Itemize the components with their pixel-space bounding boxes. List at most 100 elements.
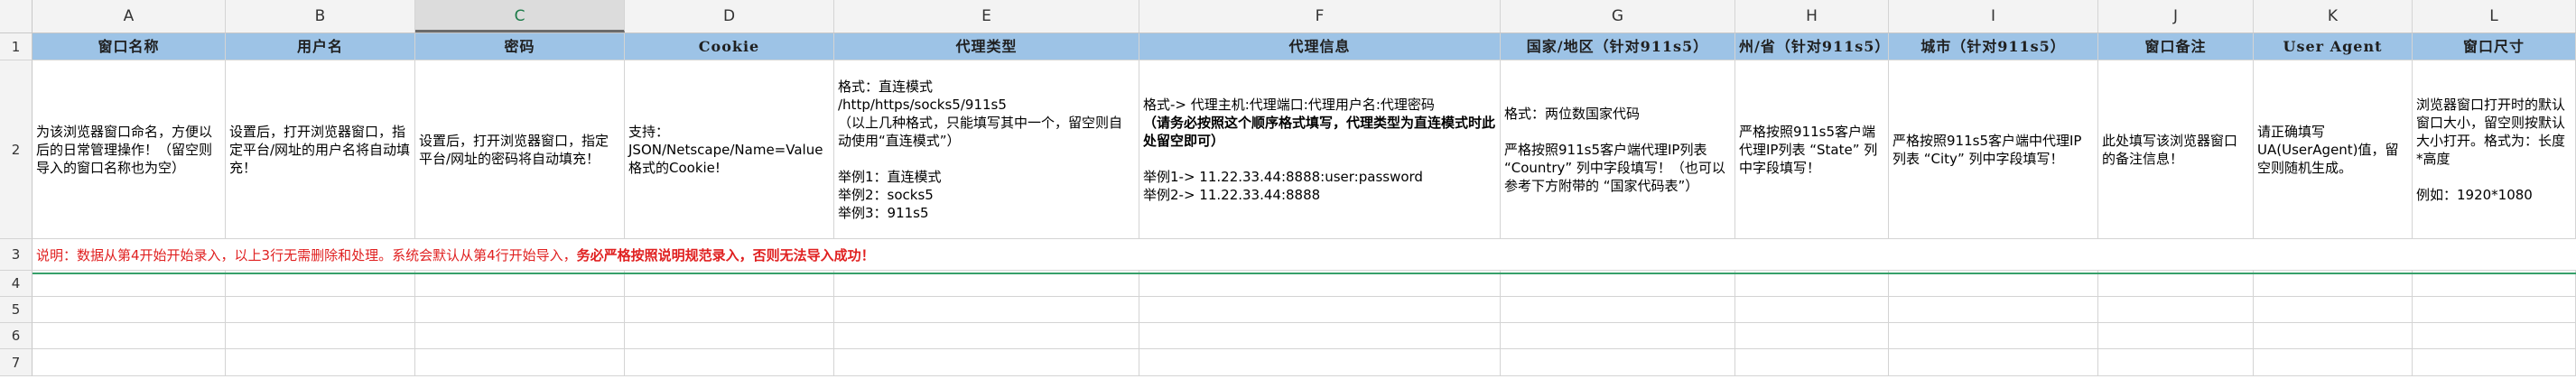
empty-cell[interactable] bbox=[2254, 323, 2413, 349]
column-header-b[interactable]: B bbox=[226, 0, 415, 32]
desc-cell-password[interactable]: 设置后，打开浏览器窗口，指定平台/网址的密码将自动填充！ bbox=[415, 60, 625, 239]
desc-cell-window-note[interactable]: 此处填写该浏览器窗口的备注信息！ bbox=[2098, 60, 2254, 239]
header-cell-country[interactable]: 国家/地区（针对911s5） bbox=[1501, 33, 1735, 60]
desc-text-state: 严格按照911s5客户端代理IP列表 “State” 列中字段填写！ bbox=[1739, 123, 1878, 176]
empty-cell[interactable] bbox=[2254, 349, 2413, 376]
empty-cell[interactable] bbox=[33, 297, 226, 323]
column-header-d[interactable]: D bbox=[625, 0, 834, 32]
empty-cell[interactable] bbox=[834, 349, 1139, 376]
empty-cell[interactable] bbox=[33, 349, 226, 376]
column-header-l[interactable]: L bbox=[2413, 0, 2576, 32]
empty-cell[interactable] bbox=[1139, 297, 1501, 323]
header-cell-proxy-type[interactable]: 代理类型 bbox=[834, 33, 1139, 60]
empty-cell[interactable] bbox=[1735, 323, 1889, 349]
empty-cell[interactable] bbox=[2413, 349, 2576, 376]
empty-cell[interactable] bbox=[415, 323, 625, 349]
empty-cell[interactable] bbox=[834, 297, 1139, 323]
row-header-3[interactable]: 3 bbox=[0, 239, 33, 271]
empty-cell[interactable] bbox=[415, 271, 625, 297]
empty-cell[interactable] bbox=[1139, 323, 1501, 349]
header-cell-cookie[interactable]: Cookie bbox=[625, 33, 834, 60]
empty-cell[interactable] bbox=[1501, 297, 1735, 323]
empty-cell[interactable] bbox=[1501, 323, 1735, 349]
column-header-i[interactable]: I bbox=[1889, 0, 2098, 32]
import-note-text: 说明：数据从第4开始开始录入，以上3行无需删除和处理。系统会默认从第4行开始导入… bbox=[36, 246, 577, 263]
column-header-a[interactable]: A bbox=[33, 0, 226, 32]
column-header-g[interactable]: G bbox=[1501, 0, 1735, 32]
header-cell-window-note[interactable]: 窗口备注 bbox=[2098, 33, 2254, 60]
header-cell-window-name[interactable]: 窗口名称 bbox=[33, 33, 226, 60]
desc-cell-cookie[interactable]: 支持： JSON/Netscape/Name=Value格式的Cookie! bbox=[625, 60, 834, 239]
desc-text-cookie: 支持： JSON/Netscape/Name=Value格式的Cookie! bbox=[628, 123, 823, 176]
header-cell-proxy-info[interactable]: 代理信息 bbox=[1139, 33, 1501, 60]
header-cell-city[interactable]: 城市（针对911s5） bbox=[1889, 33, 2098, 60]
empty-cell[interactable] bbox=[226, 323, 415, 349]
header-cell-window-size[interactable]: 窗口尺寸 bbox=[2413, 33, 2576, 60]
empty-cell[interactable] bbox=[2254, 271, 2413, 297]
row-header-6[interactable]: 6 bbox=[0, 323, 33, 349]
proxy-info-examples: 举例1-> 11.22.33.44:8888:user:password 举例2… bbox=[1143, 168, 1423, 203]
desc-cell-proxy-info[interactable]: 格式-> 代理主机:代理端口:代理用户名:代理密码 （请务必按照这个顺序格式填写… bbox=[1139, 60, 1501, 239]
empty-cell[interactable] bbox=[226, 349, 415, 376]
row-3: 3 说明：数据从第4开始开始录入，以上3行无需删除和处理。系统会默认从第4行开始… bbox=[0, 239, 2576, 271]
column-header-f[interactable]: F bbox=[1139, 0, 1501, 32]
empty-cell[interactable] bbox=[2413, 271, 2576, 297]
desc-text-window-size: 浏览器窗口打开时的默认窗口大小，留空则按默认大小打开。格式为：长度*高度 例如：… bbox=[2416, 96, 2566, 203]
column-header-c[interactable]: C bbox=[415, 0, 625, 32]
desc-cell-country[interactable]: 格式：两位数国家代码 严格按照911s5客户端代理IP列表 “Country” … bbox=[1501, 60, 1735, 239]
desc-cell-user-agent[interactable]: 请正确填写UA(UserAgent)值，留空则随机生成。 bbox=[2254, 60, 2413, 239]
empty-cell[interactable] bbox=[1735, 297, 1889, 323]
desc-cell-username[interactable]: 设置后，打开浏览器窗口，指定平台/网址的用户名将自动填充！ bbox=[226, 60, 415, 239]
empty-cell[interactable] bbox=[415, 297, 625, 323]
header-cell-user-agent[interactable]: User Agent bbox=[2254, 33, 2413, 60]
row-header-4[interactable]: 4 bbox=[0, 271, 33, 297]
column-header-e[interactable]: E bbox=[834, 0, 1139, 32]
empty-cell[interactable] bbox=[226, 297, 415, 323]
empty-cell[interactable] bbox=[1889, 297, 2098, 323]
desc-cell-state[interactable]: 严格按照911s5客户端代理IP列表 “State” 列中字段填写！ bbox=[1735, 60, 1889, 239]
column-header-h[interactable]: H bbox=[1735, 0, 1889, 32]
empty-cell[interactable] bbox=[625, 349, 834, 376]
empty-cell[interactable] bbox=[2413, 297, 2576, 323]
empty-cell[interactable] bbox=[1889, 271, 2098, 297]
empty-cell[interactable] bbox=[1889, 349, 2098, 376]
row-header-7[interactable]: 7 bbox=[0, 349, 33, 376]
empty-cell[interactable] bbox=[1501, 271, 1735, 297]
desc-cell-window-size[interactable]: 浏览器窗口打开时的默认窗口大小，留空则按默认大小打开。格式为：长度*高度 例如：… bbox=[2413, 60, 2576, 239]
empty-cell[interactable] bbox=[1501, 349, 1735, 376]
empty-cell[interactable] bbox=[33, 271, 226, 297]
row-header-2[interactable]: 2 bbox=[0, 60, 33, 239]
empty-cell[interactable] bbox=[2098, 297, 2254, 323]
column-header-k[interactable]: K bbox=[2254, 0, 2413, 32]
empty-cell[interactable] bbox=[2098, 323, 2254, 349]
empty-cell[interactable] bbox=[1889, 323, 2098, 349]
header-cell-password[interactable]: 密码 bbox=[415, 33, 625, 60]
empty-cell[interactable] bbox=[625, 323, 834, 349]
desc-cell-proxy-type[interactable]: 格式：直连模式 /http/https/socks5/911s5 （以上几种格式… bbox=[834, 60, 1139, 239]
empty-cell[interactable] bbox=[2098, 349, 2254, 376]
empty-cell[interactable] bbox=[415, 349, 625, 376]
desc-cell-window-name[interactable]: 为该浏览器窗口命名，方便以后的日常管理操作！（留空则导入的窗口名称也为空） bbox=[33, 60, 226, 239]
empty-cell[interactable] bbox=[834, 323, 1139, 349]
import-note-cell[interactable]: 说明：数据从第4开始开始录入，以上3行无需删除和处理。系统会默认从第4行开始导入… bbox=[33, 239, 875, 270]
column-header-j[interactable]: J bbox=[2098, 0, 2254, 32]
empty-cell[interactable] bbox=[33, 323, 226, 349]
empty-cell[interactable] bbox=[2413, 323, 2576, 349]
empty-cell[interactable] bbox=[625, 297, 834, 323]
empty-cell[interactable] bbox=[1735, 271, 1889, 297]
empty-cell[interactable] bbox=[1735, 349, 1889, 376]
desc-text-city: 严格按照911s5客户端中代理IP列表 “City” 列中字段填写！ bbox=[1892, 132, 2082, 167]
row-header-5[interactable]: 5 bbox=[0, 297, 33, 323]
empty-cell[interactable] bbox=[2254, 297, 2413, 323]
header-cell-state[interactable]: 州/省（针对911s5） bbox=[1735, 33, 1889, 60]
empty-cell[interactable] bbox=[1139, 349, 1501, 376]
empty-cell[interactable] bbox=[834, 271, 1139, 297]
select-all-corner[interactable] bbox=[0, 0, 33, 32]
desc-cell-city[interactable]: 严格按照911s5客户端中代理IP列表 “City” 列中字段填写！ bbox=[1889, 60, 2098, 239]
row-header-1[interactable]: 1 bbox=[0, 33, 33, 60]
empty-cell[interactable] bbox=[226, 271, 415, 297]
empty-cell[interactable] bbox=[625, 271, 834, 297]
header-cell-username[interactable]: 用户名 bbox=[226, 33, 415, 60]
empty-cell[interactable] bbox=[1139, 271, 1501, 297]
empty-cell[interactable] bbox=[2098, 271, 2254, 297]
